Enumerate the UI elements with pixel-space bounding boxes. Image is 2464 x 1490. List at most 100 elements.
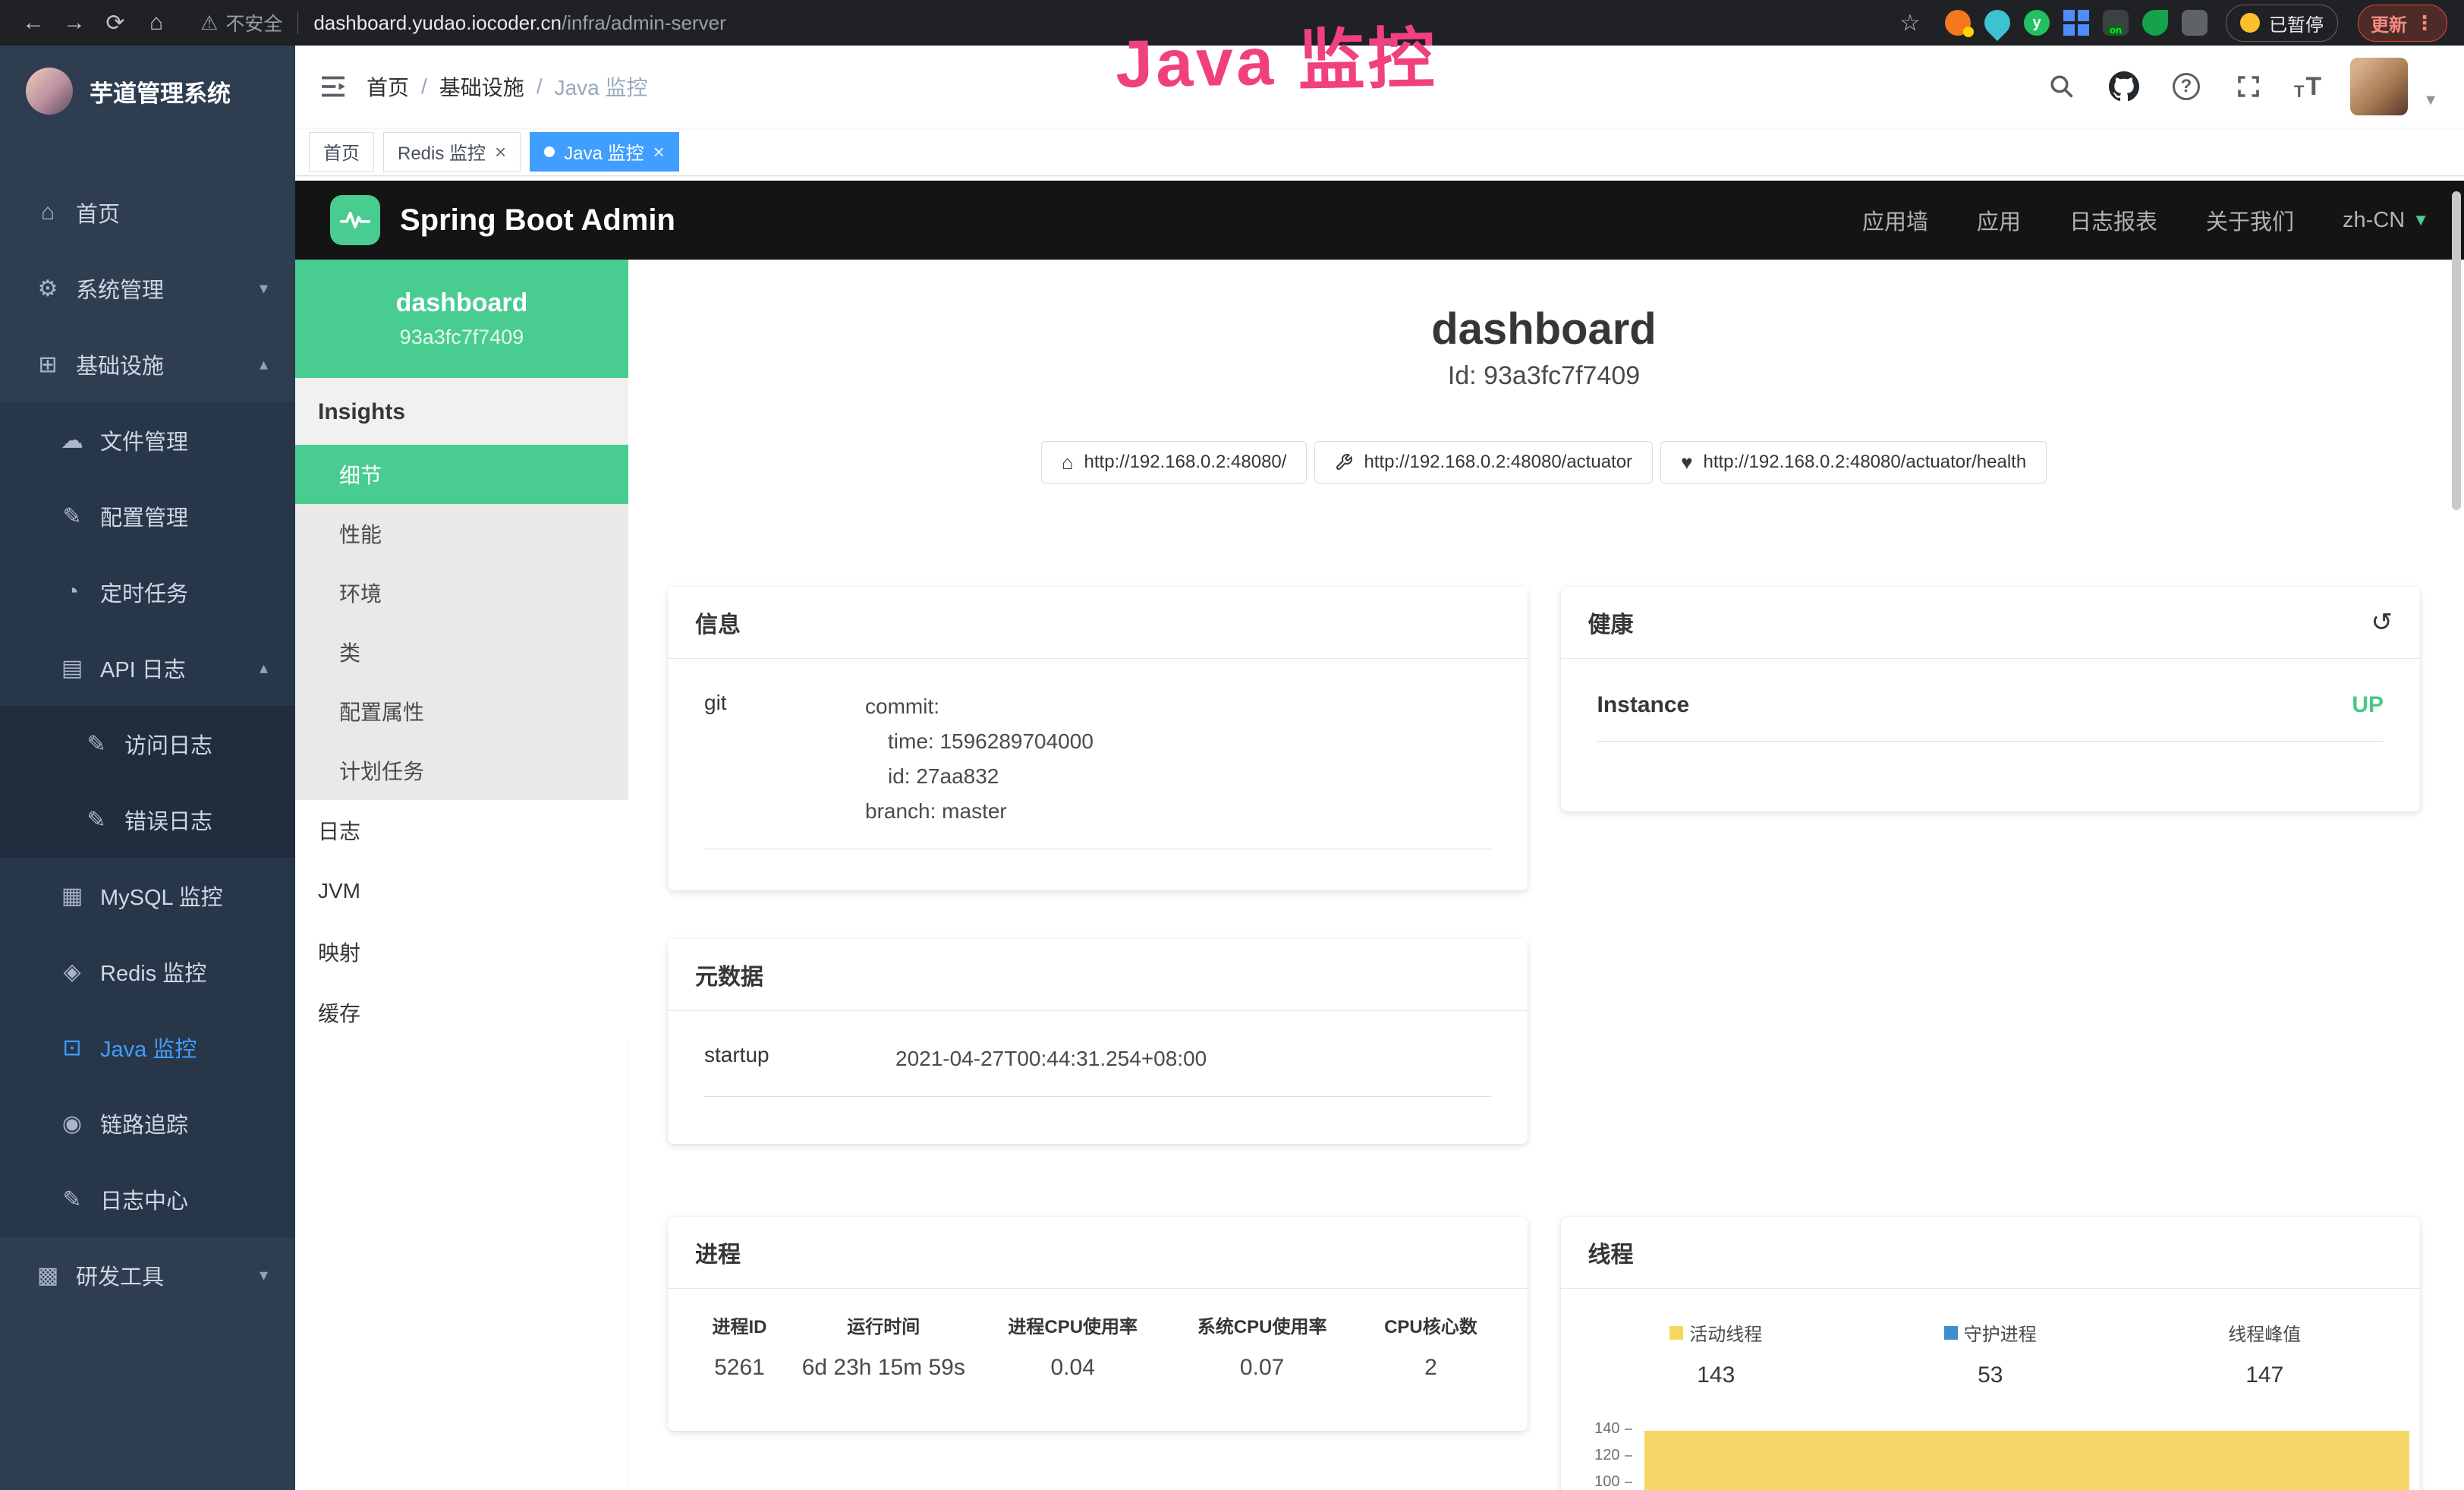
sba-locale-select[interactable]: zh-CN ▼ (2343, 208, 2429, 233)
sidebar-item-label: 基础设施 (76, 348, 164, 380)
extension-icon-green[interactable]: y (2024, 10, 2050, 36)
extension-icon-grid[interactable] (2063, 10, 2089, 36)
extensions-puzzle-icon[interactable] (2182, 10, 2208, 36)
app-logo[interactable]: 芋道管理系统 (0, 46, 295, 137)
forward-icon[interactable]: → (58, 6, 91, 39)
service-url: http://192.168.0.2:48080/ (1084, 452, 1287, 473)
security-warning-label: 不安全 (225, 9, 282, 36)
extension-badge (1963, 27, 1974, 37)
database-icon: ▦ (55, 883, 90, 909)
health-url-button[interactable]: ♥ http://192.168.0.2:48080/actuator/heal… (1660, 441, 2047, 484)
sba-item-classes[interactable]: 类 (295, 622, 628, 682)
sidebar-item-infrastructure[interactable]: ⊞ 基础设施 ▴ (0, 326, 295, 402)
sba-item-config-properties[interactable]: 配置属性 (295, 682, 628, 741)
sidebar-item-scheduled-tasks[interactable]: ◔ 定时任务 (0, 554, 295, 630)
extension-icon-switch[interactable]: on (2103, 10, 2129, 36)
legend-live-threads: 活动线程 143 (1579, 1319, 1854, 1388)
sba-nav-wall[interactable]: 应用墙 (1862, 204, 1928, 236)
sba-section-insights: Insights (295, 378, 628, 445)
sba-item-mappings[interactable]: 映射 (295, 921, 628, 982)
sba-item-performance[interactable]: 性能 (295, 504, 628, 563)
close-icon[interactable]: × (495, 142, 506, 162)
process-card-title: 进程 (668, 1217, 1528, 1289)
update-button[interactable]: 更新 ⋮ (2358, 5, 2447, 42)
fullscreen-icon[interactable] (2232, 70, 2265, 103)
github-icon[interactable] (2107, 70, 2141, 103)
sba-item-logs[interactable]: 日志 (295, 800, 628, 861)
extension-icon-leaf[interactable] (2142, 10, 2168, 36)
breadcrumb-separator: / (421, 74, 427, 99)
paused-label: 已暂停 (2269, 10, 2324, 36)
document-icon: ✎ (79, 807, 114, 833)
extension-icon-orange[interactable] (1945, 10, 1971, 36)
page: ← → ⟳ ⌂ ⚠ 不安全 dashboard.yudao.iocoder.cn… (0, 0, 2464, 1490)
help-icon[interactable]: ? (2170, 70, 2203, 103)
bookmark-star-icon[interactable]: ☆ (1893, 6, 1927, 39)
close-icon[interactable]: × (653, 142, 665, 162)
health-instance-row[interactable]: Instance UP (1597, 692, 2384, 742)
wrench-icon (1335, 453, 1353, 471)
breadcrumb-home[interactable]: 首页 (367, 71, 409, 102)
page-scrollbar[interactable] (2452, 191, 2461, 510)
process-table: 进程ID 5261 运行时间 6d 23h 15m 59s 进程CPU使用率 (668, 1289, 1528, 1381)
y-axis-tick: 140 (1579, 1420, 1632, 1438)
sba-item-environment[interactable]: 环境 (295, 563, 628, 622)
browser-menu-icon[interactable]: ⋮ (2415, 11, 2434, 35)
chevron-down-icon: ▾ (260, 1265, 268, 1285)
sba-item-scheduled-tasks[interactable]: 计划任务 (295, 741, 628, 800)
sidebar-item-log-center[interactable]: ✎ 日志中心 (0, 1161, 295, 1237)
sidebar-item-config-management[interactable]: ✎ 配置管理 (0, 478, 295, 554)
sba-nav-applications[interactable]: 应用 (1977, 204, 2021, 236)
sidebar-item-trace[interactable]: ◉ 链路追踪 (0, 1085, 295, 1161)
gear-icon: ⚙ (30, 276, 65, 302)
sba-item-details[interactable]: 细节 (295, 445, 628, 504)
logo-avatar (26, 68, 73, 115)
avatar-caret-icon[interactable]: ▼ (2423, 92, 2438, 115)
tab-home[interactable]: 首页 (309, 132, 374, 172)
user-avatar[interactable] (2350, 58, 2408, 115)
sidebar-item-label: Redis 监控 (100, 956, 206, 988)
sidebar-item-system-management[interactable]: ⚙ 系统管理 ▾ (0, 250, 295, 326)
sidebar-item-mysql-monitor[interactable]: ▦ MySQL 监控 (0, 858, 295, 934)
sidebar-item-redis-monitor[interactable]: ◈ Redis 监控 (0, 934, 295, 1010)
sidebar-item-java-monitor[interactable]: ⊡ Java 监控 (0, 1010, 295, 1085)
info-key: git (704, 689, 865, 829)
sidebar-item-api-logs[interactable]: ▤ API 日志 ▴ (0, 630, 295, 706)
sidebar-item-file-management[interactable]: ☁ 文件管理 (0, 402, 295, 478)
browser-home-icon[interactable]: ⌂ (140, 6, 173, 39)
sidebar-item-dev-tools[interactable]: ▩ 研发工具 ▾ (0, 1237, 295, 1313)
smiley-icon (2240, 13, 2260, 33)
y-axis-tick: 120 (1579, 1447, 1632, 1464)
sidebar-item-access-logs[interactable]: ✎ 访问日志 (0, 706, 295, 782)
info-card-title: 信息 (668, 587, 1528, 659)
sba-logo-icon[interactable] (330, 195, 380, 245)
actuator-url-button[interactable]: http://192.168.0.2:48080/actuator (1314, 441, 1653, 484)
reload-icon[interactable]: ⟳ (99, 6, 132, 39)
sba-nav-about[interactable]: 关于我们 (2206, 204, 2294, 236)
sba-brand-title[interactable]: Spring Boot Admin (400, 203, 675, 238)
sidebar-item-error-logs[interactable]: ✎ 错误日志 (0, 782, 295, 858)
sba-item-caches[interactable]: 缓存 (295, 982, 628, 1043)
tab-redis-monitor[interactable]: Redis 监控 × (383, 132, 521, 172)
service-url-button[interactable]: ⌂ http://192.168.0.2:48080/ (1041, 441, 1308, 484)
address-bar[interactable]: ⚠ 不安全 dashboard.yudao.iocoder.cn/infra/a… (181, 9, 1886, 36)
paused-badge[interactable]: 已暂停 (2226, 5, 2338, 42)
sba-item-jvm[interactable]: JVM (295, 861, 628, 921)
sidebar-item-label: 访问日志 (124, 728, 212, 760)
extension-icon-drop[interactable] (1979, 5, 2016, 41)
search-icon[interactable] (2045, 70, 2079, 103)
hamburger-icon[interactable] (315, 68, 351, 105)
history-icon[interactable]: ↺ (2371, 607, 2393, 638)
breadcrumb-infrastructure[interactable]: 基础设施 (439, 71, 524, 102)
logo-title: 芋道管理系统 (90, 74, 231, 109)
sba-nav-journal[interactable]: 日志报表 (2069, 204, 2157, 236)
security-warning[interactable]: ⚠ 不安全 (200, 9, 282, 36)
sba-selected-instance[interactable]: dashboard 93a3fc7f7409 (295, 260, 628, 378)
back-icon[interactable]: ← (17, 6, 50, 39)
health-card-header: 健康 ↺ (1561, 587, 2421, 659)
sidebar-item-label: 研发工具 (76, 1259, 164, 1291)
font-size-icon[interactable]: TT (2294, 72, 2321, 102)
sba-locale-label: zh-CN (2343, 208, 2405, 233)
tab-java-monitor[interactable]: Java 监控 × (530, 132, 679, 172)
sidebar-item-home[interactable]: ⌂ 首页 (0, 175, 295, 250)
